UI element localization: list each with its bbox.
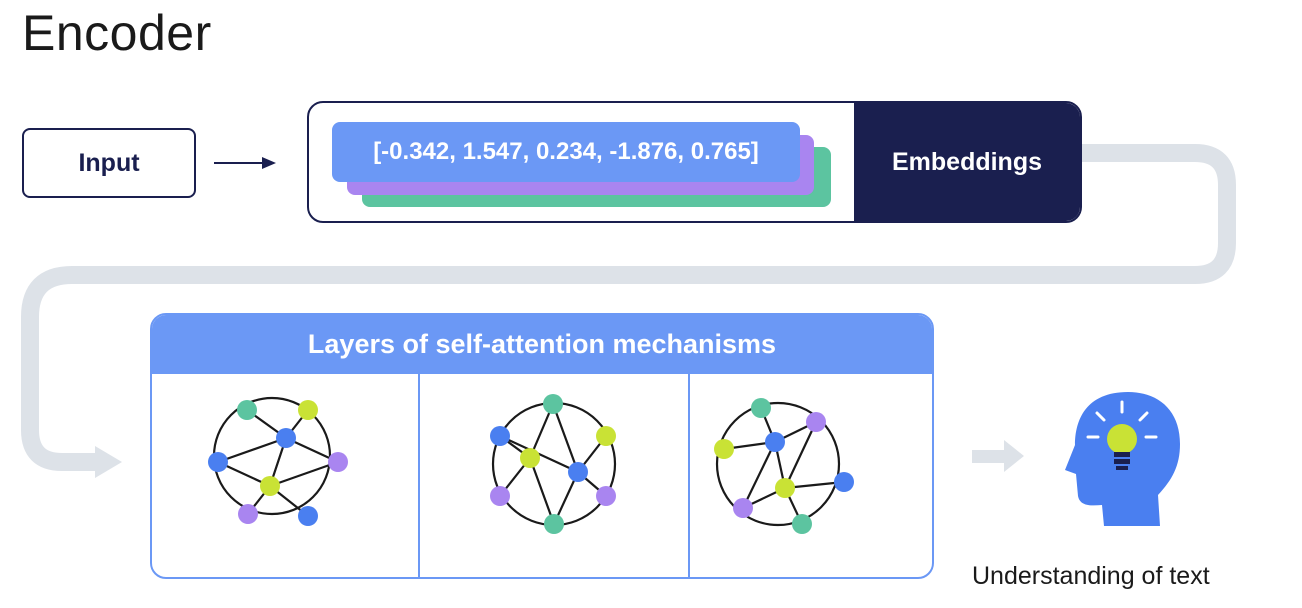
layers-title: Layers of self-attention mechanisms [152, 315, 932, 374]
connector-arrowhead [95, 446, 122, 478]
attention-layer-1 [152, 374, 420, 577]
output-label: Understanding of text [972, 562, 1210, 590]
attention-layer-3 [690, 374, 932, 577]
input-arrow-icon [214, 157, 276, 169]
arrow-right-icon [972, 440, 1024, 472]
page-title: Encoder [22, 5, 212, 61]
network-graph-icon [714, 398, 854, 534]
input-box: Input [22, 128, 196, 198]
attention-layer-2 [420, 374, 690, 577]
embeddings-box: [-0.342, 1.547, 0.234, -1.876, 0.765] Em… [307, 101, 1082, 223]
embedding-vector-card: [-0.342, 1.547, 0.234, -1.876, 0.765] [332, 122, 800, 182]
network-graph-icon [490, 394, 617, 534]
embeddings-label: Embeddings [854, 103, 1080, 221]
network-graph-icon [208, 396, 348, 526]
attention-layers-box: Layers of self-attention mechanisms [150, 313, 934, 579]
